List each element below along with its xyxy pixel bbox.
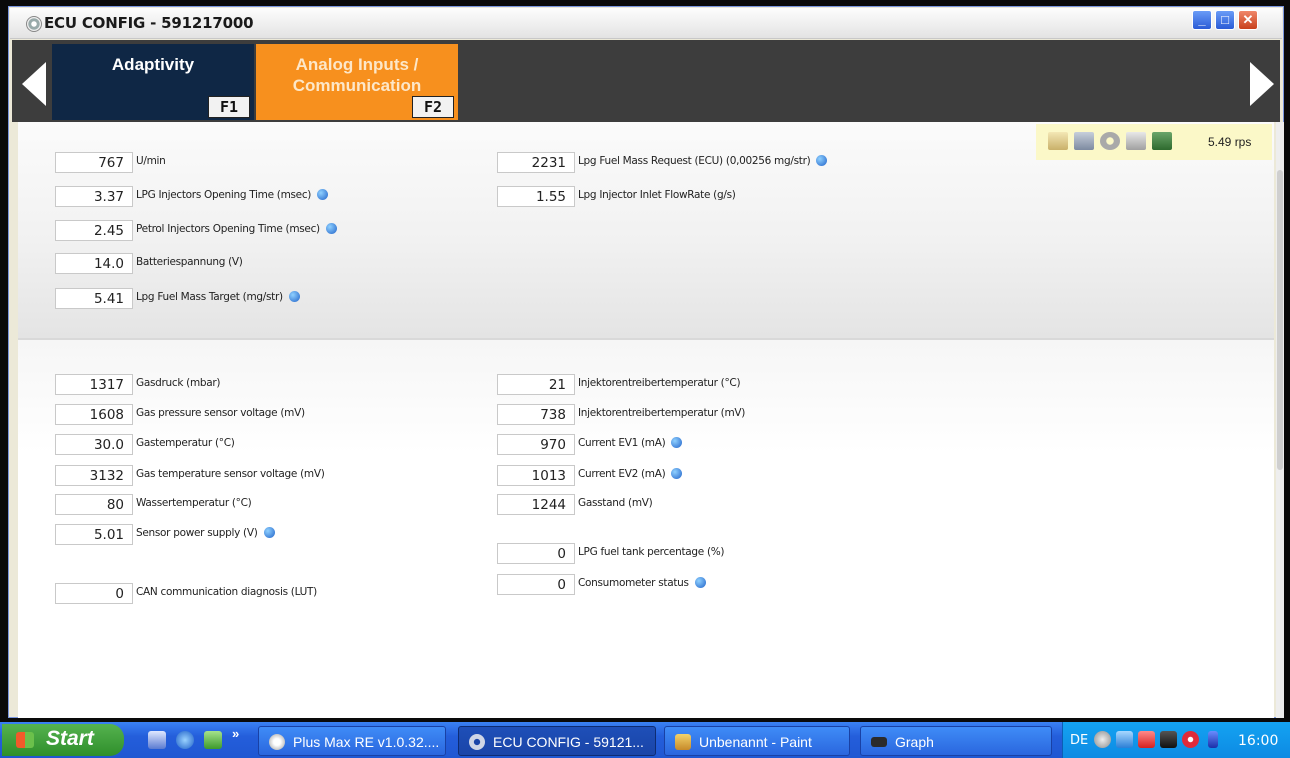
value-box: 5.41	[55, 288, 133, 309]
maximize-button[interactable]: □	[1215, 10, 1235, 30]
info-icon[interactable]	[671, 437, 683, 448]
tray-security-icon[interactable]	[1138, 731, 1155, 748]
value-box: 0	[55, 583, 133, 604]
value-box: 1013	[497, 465, 575, 486]
fkey-badge: F1	[208, 96, 250, 118]
field-label: U/min	[136, 155, 166, 167]
minimize-button[interactable]: _	[1192, 10, 1212, 30]
start-label: Start	[46, 727, 94, 750]
clipboard-icon[interactable]	[1126, 132, 1146, 150]
value-box: 1244	[497, 494, 575, 515]
app-gear-icon	[26, 16, 42, 32]
value-box: 970	[497, 434, 575, 455]
tray-connection-icon[interactable]	[1160, 731, 1177, 748]
monitor-icon[interactable]	[1152, 132, 1172, 150]
task-label: Graph	[895, 734, 934, 750]
tray-device-icon[interactable]	[1208, 731, 1218, 748]
windows-logo-icon	[16, 732, 34, 748]
field-label: Gas temperature sensor voltage (mV)	[136, 468, 325, 480]
title-bar[interactable]: ECU CONFIG - 591217000	[10, 8, 1282, 39]
window-title: ECU CONFIG - 591217000	[44, 14, 254, 32]
field-label: Current EV1 (mA)	[578, 437, 683, 449]
task-plus-max[interactable]: Plus Max RE v1.0.32....	[258, 726, 446, 756]
field-label: Injektorentreibertemperatur (°C)	[578, 377, 741, 389]
field-label: Petrol Injectors Opening Time (msec)	[136, 223, 337, 235]
scrollbar-thumb[interactable]	[1277, 170, 1283, 470]
clock: 16:00	[1238, 733, 1279, 749]
value-box: 5.01	[55, 524, 133, 545]
value-box: 0	[497, 574, 575, 595]
field-label: Lpg Injector Inlet FlowRate (g/s)	[578, 189, 736, 201]
save-icon[interactable]	[1074, 132, 1094, 150]
value-box: 14.0	[55, 253, 133, 274]
fkey-badge: F2	[412, 96, 454, 118]
info-icon[interactable]	[288, 291, 300, 302]
value-box: 1608	[55, 404, 133, 425]
quicklaunch-app-icon[interactable]	[204, 731, 222, 749]
task-graph[interactable]: Graph	[860, 726, 1052, 756]
field-label: Gasdruck (mbar)	[136, 377, 221, 389]
field-label: Gas pressure sensor voltage (mV)	[136, 407, 305, 419]
value-box: 80	[55, 494, 133, 515]
task-label: ECU CONFIG - 59121...	[493, 734, 644, 750]
start-button[interactable]: Start	[2, 724, 124, 756]
tab-label: Analog Inputs / Communication	[292, 55, 422, 95]
tray-shield-icon[interactable]	[1182, 731, 1199, 748]
field-label: Injektorentreibertemperatur (mV)	[578, 407, 746, 419]
graph-icon	[871, 737, 887, 747]
info-icon[interactable]	[317, 189, 329, 200]
gear-icon[interactable]	[1100, 132, 1120, 150]
value-box: 30.0	[55, 434, 133, 455]
field-label: LPG fuel tank percentage (%)	[578, 546, 725, 558]
paint-icon	[675, 734, 691, 750]
close-button[interactable]: ✕	[1238, 10, 1258, 30]
field-label: Consumometer status	[578, 577, 706, 589]
value-box: 1.55	[497, 186, 575, 207]
gear-icon	[469, 734, 485, 750]
tab-analog-inputs-communication[interactable]: Analog Inputs / Communication F2	[256, 44, 458, 120]
field-label: Current EV2 (mA)	[578, 468, 683, 480]
tray-network-icon[interactable]	[1116, 731, 1133, 748]
value-box: 2.45	[55, 220, 133, 241]
pluxmax-icon	[269, 734, 285, 750]
open-folder-icon[interactable]	[1048, 132, 1068, 150]
info-icon[interactable]	[263, 527, 275, 538]
tab-adaptivity[interactable]: Adaptivity F1	[52, 44, 254, 120]
quicklaunch-desktop-icon[interactable]	[148, 731, 166, 749]
tray-collapse-icon[interactable]	[1094, 731, 1111, 748]
info-icon[interactable]	[694, 577, 706, 588]
arrow-right-icon[interactable]	[1250, 62, 1274, 106]
field-label: Lpg Fuel Mass Request (ECU) (0,00256 mg/…	[578, 155, 828, 167]
info-icon[interactable]	[671, 468, 683, 479]
value-box: 3.37	[55, 186, 133, 207]
info-icon[interactable]	[816, 155, 828, 166]
value-box: 3132	[55, 465, 133, 486]
task-label: Plus Max RE v1.0.32....	[293, 734, 440, 750]
value-box: 2231	[497, 152, 575, 173]
value-box: 738	[497, 404, 575, 425]
refresh-rate-label: 5.49 rps	[1208, 135, 1252, 149]
field-label: Wassertemperatur (°C)	[136, 497, 252, 509]
value-box: 21	[497, 374, 575, 395]
field-label: Batteriespannung (V)	[136, 256, 243, 268]
arrow-left-icon[interactable]	[22, 62, 46, 106]
task-paint[interactable]: Unbenannt - Paint	[664, 726, 850, 756]
info-icon[interactable]	[325, 223, 337, 234]
field-label: Gastemperatur (°C)	[136, 437, 235, 449]
value-box: 767	[55, 152, 133, 173]
internet-explorer-icon[interactable]	[176, 731, 194, 749]
field-label: CAN communication diagnosis (LUT)	[136, 586, 317, 598]
value-box: 0	[497, 543, 575, 564]
task-label: Unbenannt - Paint	[699, 734, 812, 750]
tab-label: Adaptivity	[111, 55, 195, 74]
field-label: LPG Injectors Opening Time (msec)	[136, 189, 329, 201]
field-label: Sensor power supply (V)	[136, 527, 275, 539]
language-indicator[interactable]: DE	[1070, 733, 1088, 748]
value-box: 1317	[55, 374, 133, 395]
field-label: Gasstand (mV)	[578, 497, 653, 509]
quicklaunch-more-button[interactable]: »	[232, 726, 239, 741]
field-label: Lpg Fuel Mass Target (mg/str)	[136, 291, 300, 303]
task-ecu-config[interactable]: ECU CONFIG - 59121...	[458, 726, 656, 756]
